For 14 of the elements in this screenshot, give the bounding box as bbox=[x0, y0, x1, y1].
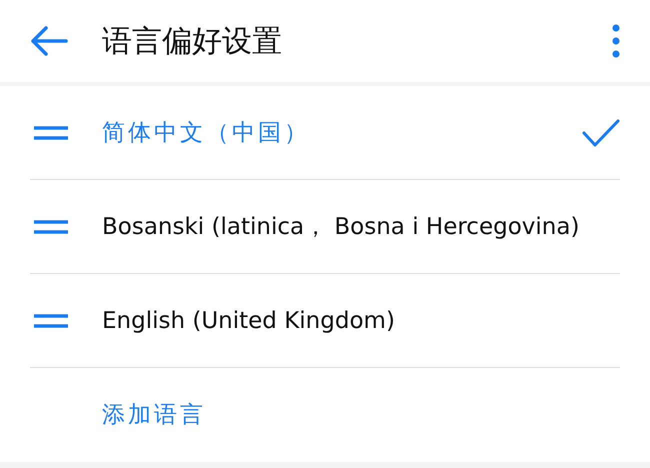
language-name: Bosanski (latinica， Bosna i Hercegovina) bbox=[102, 212, 580, 242]
add-language-button[interactable]: 添加语言 bbox=[102, 398, 206, 432]
back-icon[interactable] bbox=[30, 26, 68, 56]
more-options-icon[interactable] bbox=[612, 24, 620, 58]
check-icon bbox=[582, 119, 620, 147]
drag-handle-icon[interactable] bbox=[34, 220, 68, 234]
language-item[interactable]: Bosanski (latinica， Bosna i Hercegovina) bbox=[0, 180, 650, 274]
language-item[interactable]: English (United Kingdom) bbox=[0, 274, 650, 368]
drag-handle-icon[interactable] bbox=[34, 314, 68, 328]
language-item[interactable]: 简体中文（中国） bbox=[0, 86, 650, 180]
language-name: English (United Kingdom) bbox=[102, 306, 396, 336]
page-title: 语言偏好设置 bbox=[102, 22, 283, 60]
language-name: 简体中文（中国） bbox=[102, 118, 311, 148]
drag-handle-icon[interactable] bbox=[34, 126, 68, 140]
